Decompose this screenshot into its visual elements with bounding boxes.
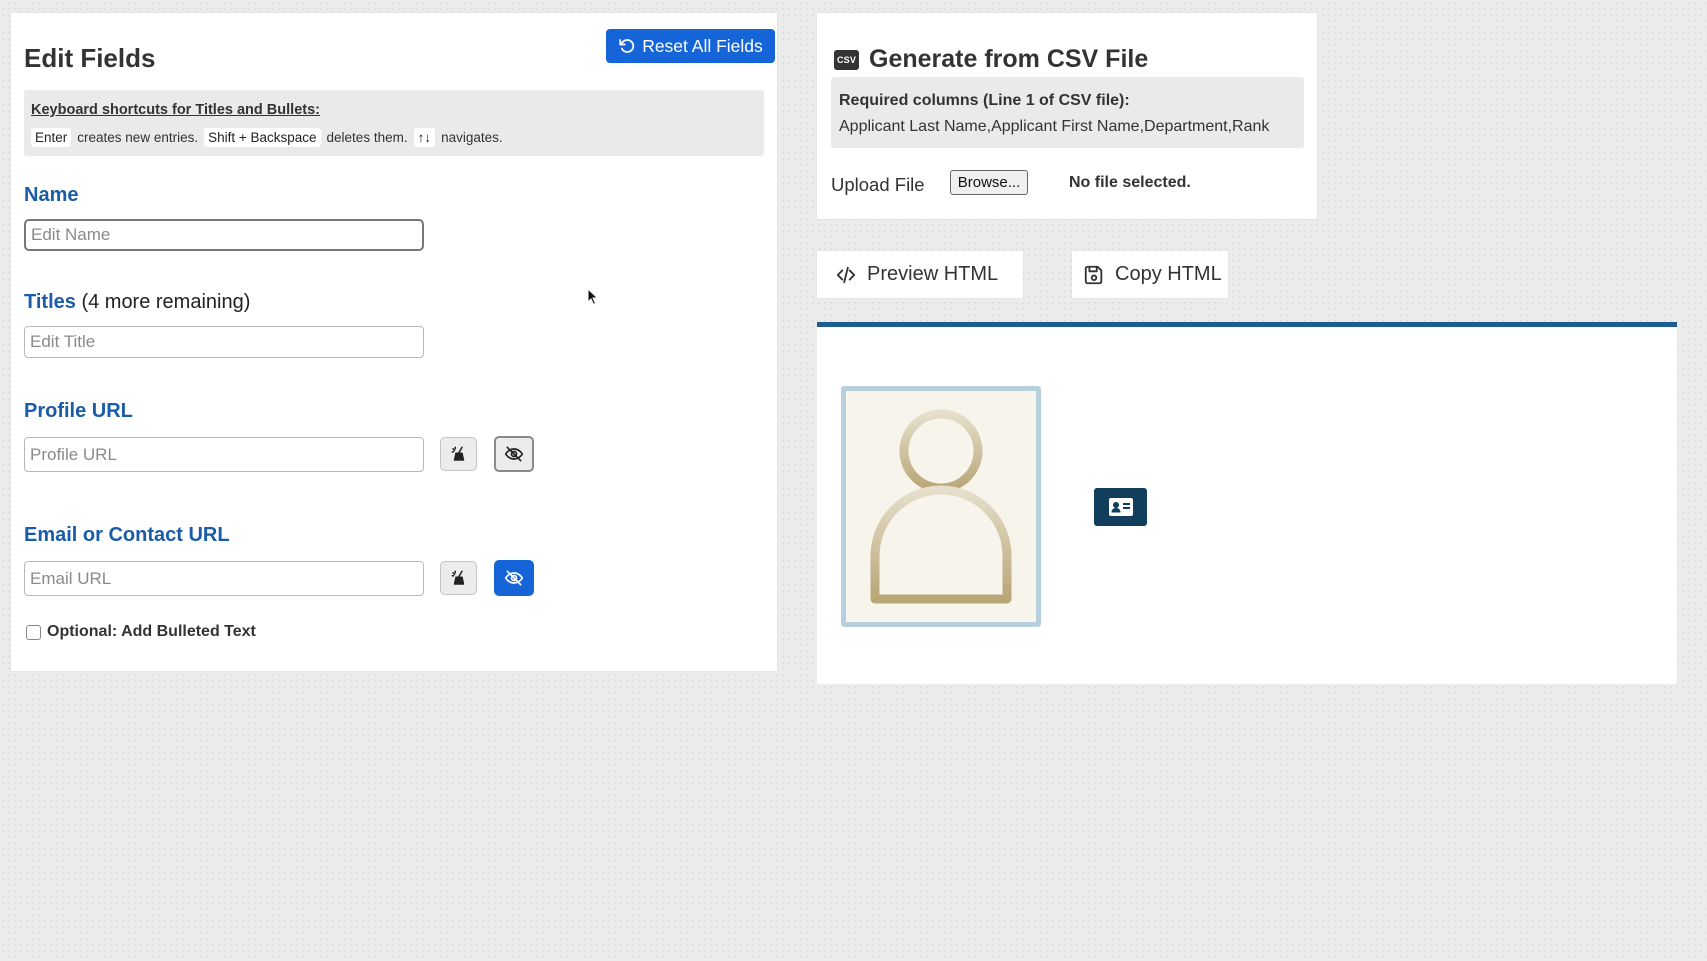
upload-file-label: Upload File: [831, 174, 925, 195]
broom-icon: [450, 445, 468, 463]
csv-title-text: Generate from CSV File: [869, 45, 1149, 73]
file-status: No file selected.: [1069, 174, 1191, 191]
key-enter: Enter: [31, 128, 72, 147]
bulleted-text-checkbox[interactable]: [26, 624, 41, 640]
panel-title: Edit Fields: [24, 43, 156, 73]
toggle-email-url-visibility-button[interactable]: [494, 560, 534, 596]
bulleted-text-label: Optional: Add Bulleted Text: [47, 623, 256, 640]
keyboard-shortcuts-box: Keyboard shortcuts for Titles and Bullet…: [24, 90, 764, 156]
browse-button[interactable]: Browse...: [950, 170, 1028, 195]
required-columns-list: Applicant Last Name,Applicant First Name…: [839, 118, 1270, 135]
required-columns-title: Required columns (Line 1 of CSV file):: [839, 92, 1130, 109]
email-url-label: Email or Contact URL: [24, 524, 230, 546]
floppy-disk-icon: [1083, 264, 1105, 286]
shortcut-nav-text: navigates.: [441, 130, 503, 145]
person-placeholder-icon: [846, 391, 1036, 627]
shortcut-enter-text: creates new entries.: [77, 130, 199, 145]
titles-label-text: Titles: [24, 291, 76, 313]
avatar: [841, 386, 1041, 627]
csv-file-icon: CSV: [834, 49, 859, 70]
eye-off-icon: [504, 444, 524, 464]
reset-all-fields-label: Reset All Fields: [642, 35, 763, 56]
rotate-ccw-icon: [618, 37, 636, 55]
shortcuts-title: Keyboard shortcuts for Titles and Bullet…: [31, 102, 320, 118]
shortcuts-line: Enter creates new entries. Shift + Backs…: [31, 128, 503, 147]
csv-panel: CSV Generate from CSV File Required colu…: [817, 13, 1317, 219]
vcard-button[interactable]: [1094, 488, 1147, 526]
clear-profile-url-button[interactable]: [440, 437, 477, 471]
title-input[interactable]: [24, 326, 424, 358]
titles-label: Titles (4 more remaining): [24, 291, 250, 314]
name-label: Name: [24, 184, 79, 206]
titles-remaining: (4 more remaining): [81, 291, 251, 313]
copy-html-button[interactable]: Copy HTML: [1072, 251, 1228, 298]
shortcut-delete-text: deletes them.: [326, 130, 408, 145]
code-icon: [835, 264, 857, 286]
toggle-profile-url-visibility-button[interactable]: [494, 436, 534, 472]
bulleted-text-option[interactable]: Optional: Add Bulleted Text: [26, 623, 256, 641]
edit-fields-panel: Edit Fields Reset All Fields Keyboard sh…: [11, 13, 777, 671]
broom-icon: [450, 569, 468, 587]
preview-html-label: Preview HTML: [867, 263, 999, 285]
id-card-icon: [1108, 497, 1134, 517]
profile-url-input[interactable]: [24, 437, 424, 472]
clear-email-url-button[interactable]: [440, 561, 477, 595]
eye-off-icon: [504, 568, 524, 588]
email-url-input[interactable]: [24, 561, 424, 596]
profile-url-label: Profile URL: [24, 400, 133, 422]
name-input[interactable]: [24, 219, 424, 251]
key-shift-backspace: Shift + Backspace: [204, 128, 321, 147]
key-arrows: ↑↓: [413, 128, 436, 147]
mouse-cursor-icon: [587, 287, 599, 311]
csv-panel-title: CSV Generate from CSV File: [834, 45, 1148, 74]
app-root: Edit Fields Reset All Fields Keyboard sh…: [0, 0, 1707, 961]
reset-all-fields-button[interactable]: Reset All Fields: [606, 29, 775, 63]
copy-html-label: Copy HTML: [1115, 263, 1222, 285]
required-columns-box: Required columns (Line 1 of CSV file): A…: [831, 77, 1304, 148]
preview-html-button[interactable]: Preview HTML: [817, 251, 1023, 298]
html-preview: [817, 322, 1677, 684]
